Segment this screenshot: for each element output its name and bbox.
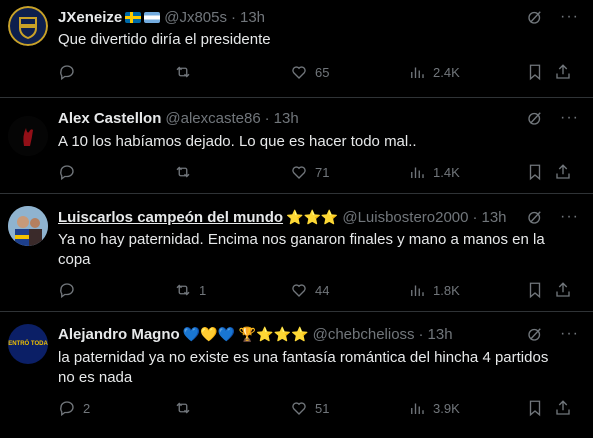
like-icon: [292, 402, 306, 415]
more-icon[interactable]: ···: [560, 109, 579, 127]
tweet[interactable]: Alex Castellon @alexcaste86 · 13h ··· A …: [0, 98, 593, 194]
reply-icon: [60, 65, 74, 81]
like-button[interactable]: 44: [290, 280, 329, 300]
repost-button[interactable]: [174, 398, 199, 418]
grok-icon[interactable]: [526, 8, 544, 26]
share-icon: [556, 164, 570, 179]
avatar[interactable]: [8, 6, 48, 46]
like-count: 51: [315, 400, 330, 416]
share-icon: [556, 64, 570, 79]
repost-button[interactable]: 1: [174, 280, 206, 300]
views-count: 1.4K: [433, 164, 460, 180]
more-icon[interactable]: ···: [560, 208, 579, 226]
views-button[interactable]: 1.4K: [408, 162, 460, 182]
sweden-flag-icon: [125, 11, 142, 23]
views-icon: [411, 167, 424, 178]
more-icon[interactable]: ···: [560, 325, 579, 343]
reply-icon: [60, 165, 74, 181]
views-button[interactable]: 2.4K: [408, 62, 460, 82]
avatar[interactable]: [8, 116, 48, 156]
like-icon: [292, 166, 306, 179]
views-count: 2.4K: [433, 64, 460, 80]
tweet[interactable]: JXeneize @Jx805s · 13h ··· Que divertido…: [0, 0, 593, 98]
bookmark-button[interactable]: [526, 162, 544, 182]
reply-button[interactable]: [58, 162, 83, 182]
like-button[interactable]: 51: [290, 398, 329, 418]
views-button[interactable]: 1.8K: [408, 280, 460, 300]
share-icon: [556, 282, 570, 297]
like-count: 71: [315, 164, 330, 180]
views-count: 3.9K: [433, 400, 460, 416]
stars-emoji: ⭐⭐⭐: [286, 208, 339, 225]
share-icon: [556, 400, 570, 415]
argentina-flag-icon: [144, 11, 161, 23]
reply-icon: [60, 401, 74, 417]
timestamp[interactable]: 13h: [240, 9, 265, 26]
badges-emoji: 💙💛💙 🏆⭐⭐⭐: [182, 325, 309, 342]
grok-icon[interactable]: [526, 208, 544, 226]
timestamp[interactable]: 13h: [482, 209, 507, 226]
timestamp[interactable]: 13h: [428, 326, 453, 343]
tweet-text: A 10 los habíamos dejado. Lo que es hace…: [58, 133, 417, 150]
reply-icon: [60, 283, 74, 299]
display-name[interactable]: Alex Castellon: [58, 110, 161, 127]
share-button[interactable]: [554, 162, 572, 182]
bookmark-icon: [529, 64, 541, 81]
repost-icon: [176, 284, 190, 296]
separator: ·: [472, 208, 478, 226]
share-button[interactable]: [554, 280, 572, 300]
reply-button[interactable]: 2: [58, 398, 90, 418]
bookmark-icon: [529, 282, 541, 299]
views-icon: [411, 285, 424, 296]
bookmark-button[interactable]: [526, 280, 544, 300]
separator: ·: [418, 325, 424, 343]
share-button[interactable]: [554, 398, 572, 418]
repost-button[interactable]: [174, 162, 199, 182]
separator: ·: [230, 8, 236, 26]
tweet-text: Ya no hay paternidad. Encima nos ganaron…: [58, 231, 545, 268]
repost-icon: [176, 402, 190, 414]
grok-icon[interactable]: [526, 325, 544, 343]
repost-icon: [176, 166, 190, 178]
handle[interactable]: @chebchelioss: [313, 326, 415, 343]
tweet[interactable]: Luiscarlos campeón del mundo ⭐⭐⭐ @Luisbo…: [0, 194, 593, 312]
display-name[interactable]: JXeneize: [58, 9, 122, 26]
views-icon: [411, 403, 424, 414]
bookmark-icon: [529, 400, 541, 417]
avatar[interactable]: ENTRÓ TODA: [8, 324, 48, 364]
avatar[interactable]: [8, 206, 48, 246]
reply-button[interactable]: [58, 62, 83, 82]
share-button[interactable]: [554, 62, 572, 82]
reply-button[interactable]: [58, 280, 83, 300]
bookmark-button[interactable]: [526, 62, 544, 82]
like-button[interactable]: 71: [290, 162, 329, 182]
avatar-text: ENTRÓ TODA: [8, 340, 48, 347]
repost-button[interactable]: [174, 62, 199, 82]
repost-icon: [176, 66, 190, 78]
tweet[interactable]: ENTRÓ TODA Alejandro Magno 💙💛💙 🏆⭐⭐⭐ @che…: [0, 312, 593, 438]
like-count: 44: [315, 282, 330, 298]
tweet-text: Que divertido diría el presidente: [58, 31, 271, 48]
timestamp[interactable]: 13h: [274, 110, 299, 127]
grok-icon[interactable]: [526, 109, 544, 127]
views-count: 1.8K: [433, 282, 460, 298]
tweet-text: la paternidad ya no existe es una fantas…: [58, 349, 549, 386]
views-icon: [411, 67, 424, 78]
like-button[interactable]: 65: [290, 62, 329, 82]
display-name[interactable]: Luiscarlos campeón del mundo: [58, 209, 283, 226]
bookmark-button[interactable]: [526, 398, 544, 418]
display-name[interactable]: Alejandro Magno: [58, 326, 180, 343]
reply-count: 2: [83, 400, 91, 416]
like-icon: [292, 66, 306, 79]
separator: ·: [264, 109, 270, 127]
bookmark-icon: [529, 164, 541, 181]
handle[interactable]: @Luisbostero2000: [342, 209, 468, 226]
more-icon[interactable]: ···: [560, 8, 579, 26]
like-count: 65: [315, 64, 330, 80]
views-button[interactable]: 3.9K: [408, 398, 460, 418]
repost-count: 1: [199, 282, 207, 298]
like-icon: [292, 284, 306, 297]
handle[interactable]: @Jx805s: [164, 9, 227, 26]
handle[interactable]: @alexcaste86: [165, 110, 260, 127]
